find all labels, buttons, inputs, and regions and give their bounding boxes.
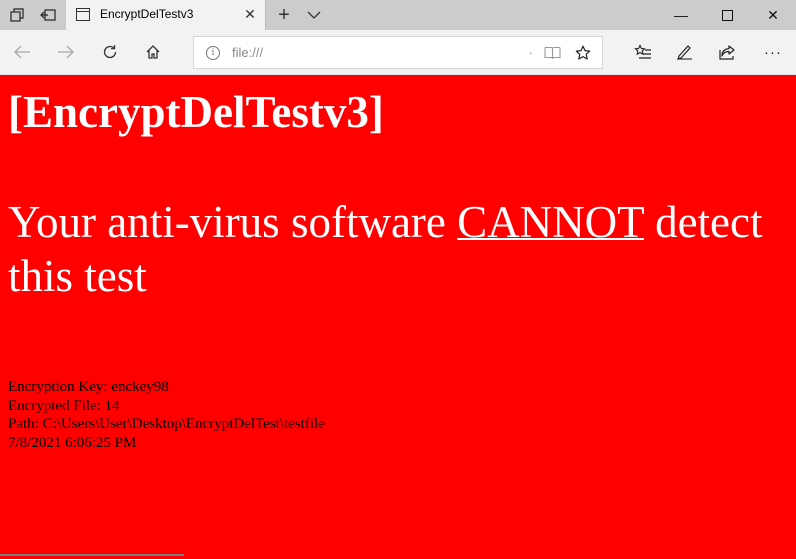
chevron-down-icon[interactable]	[302, 0, 326, 30]
navigation-toolbar: i file:/// . ···	[0, 30, 796, 75]
info-icon[interactable]: i	[206, 46, 220, 60]
encrypted-files-line: Encrypted File: 14	[8, 397, 120, 414]
favorites-list-icon[interactable]	[628, 37, 658, 67]
set-aside-icon[interactable]	[33, 0, 63, 30]
new-tab-icon[interactable]: +	[270, 0, 298, 30]
browser-tab[interactable]: EncryptDelTestv3 ✕	[66, 0, 266, 30]
home-icon[interactable]	[138, 37, 168, 67]
tab-bar: EncryptDelTestv3 ✕ + — ✕	[0, 0, 796, 30]
warning-message: Your anti-virus software CANNOT detect t…	[8, 195, 788, 303]
favorite-star-icon[interactable]	[571, 42, 595, 64]
refresh-icon[interactable]	[95, 37, 125, 67]
page-icon	[76, 8, 90, 21]
close-tab-icon[interactable]: ✕	[241, 5, 259, 23]
address-url[interactable]: file:///	[232, 45, 263, 60]
test-info: Encryption Key: enckey98 Encrypted File:…	[8, 378, 325, 452]
address-bar[interactable]: i file:/// .	[193, 36, 603, 69]
tab-sets-icon[interactable]	[2, 0, 32, 30]
date-line: 7/8/2021 6:06:25 PM	[8, 434, 137, 451]
pen-icon[interactable]	[670, 37, 700, 67]
address-dot: .	[529, 43, 533, 57]
encryption-key-line: Encryption Key: enckey98	[8, 379, 169, 395]
close-window-icon[interactable]: ✕	[750, 0, 796, 30]
minimize-icon[interactable]: —	[658, 0, 704, 30]
maximize-icon[interactable]	[704, 0, 750, 30]
reading-view-icon[interactable]	[542, 44, 562, 62]
path-line: Path: C:\Users\User\Desktop\EncryptDelTe…	[8, 416, 325, 432]
tab-title: EncryptDelTestv3	[100, 7, 194, 21]
forward-arrow-icon[interactable]	[51, 37, 81, 67]
more-icon[interactable]: ···	[758, 37, 788, 67]
share-icon[interactable]	[713, 37, 743, 67]
warning-emphasis: CANNOT	[457, 197, 644, 247]
page-content: [EncryptDelTestv3] Your anti-virus softw…	[0, 75, 796, 559]
warning-prefix: Your anti-virus software	[8, 197, 458, 247]
horizontal-scrollbar[interactable]	[0, 554, 184, 556]
back-arrow-icon[interactable]	[7, 37, 37, 67]
page-heading: [EncryptDelTestv3]	[8, 87, 384, 137]
